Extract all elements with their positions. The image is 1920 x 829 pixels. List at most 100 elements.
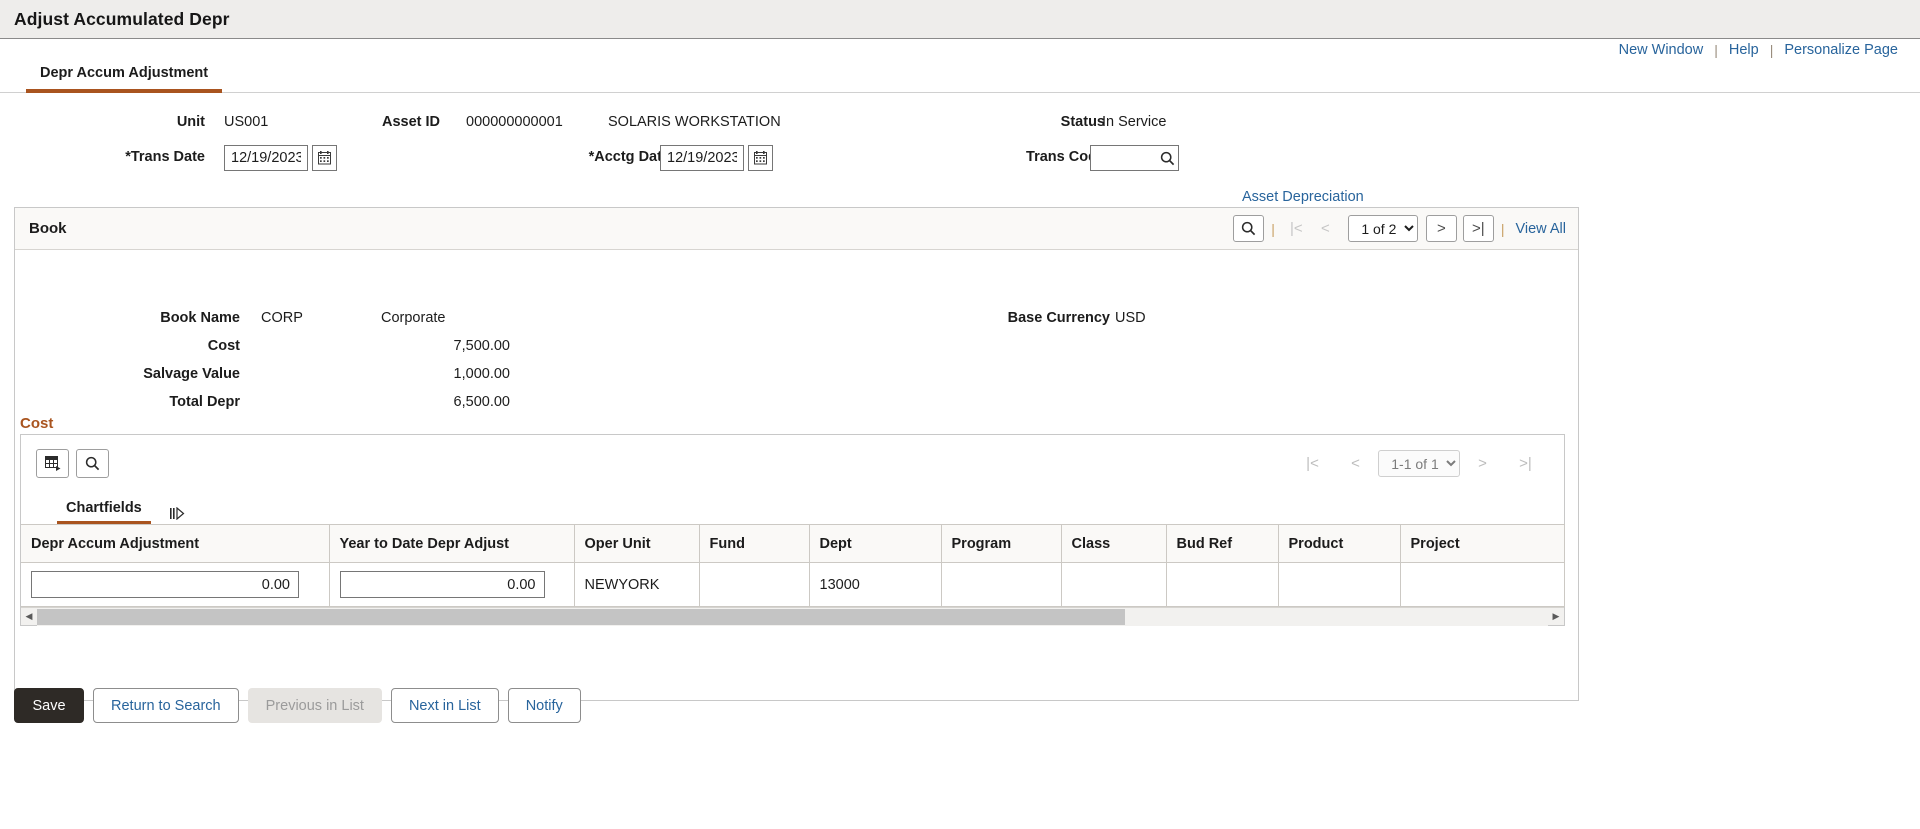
grid-personalize-button[interactable] (36, 449, 69, 478)
calendar-icon (318, 151, 331, 165)
base-currency-value: USD (1115, 310, 1146, 326)
cost-grid-box: |< < 1-1 of 1 > >| Chartfields Depr Accu… (20, 434, 1565, 626)
book-row-counter-select[interactable]: 1 of 2 (1347, 215, 1418, 242)
help-link[interactable]: Help (1727, 42, 1761, 58)
status-value: In Service (1102, 114, 1167, 130)
book-first-button[interactable]: |< (1282, 215, 1311, 242)
next-in-list-button[interactable]: Next in List (390, 688, 499, 723)
book-previous-button[interactable]: < (1311, 215, 1340, 242)
cost-grid-table: Depr Accum Adjustment Year to Date Depr … (21, 524, 1565, 607)
column-header-oper-unit[interactable]: Oper Unit (574, 524, 700, 563)
salvage-value-label: Salvage Value (143, 366, 240, 382)
book-view-all-link[interactable]: View All (1515, 221, 1566, 237)
column-header-class[interactable]: Class (1061, 524, 1167, 563)
scroll-left-arrow[interactable]: ◀ (21, 611, 37, 622)
base-currency-label: Base Currency (1007, 310, 1110, 326)
page-header: Adjust Accumulated Depr (0, 0, 1920, 39)
grid-personalize-icon (44, 456, 60, 471)
acctg-date-field (660, 145, 773, 171)
expand-all-icon[interactable] (169, 507, 185, 520)
total-depr-label: Total Depr (169, 394, 240, 410)
cost-previous-button[interactable]: < (1341, 450, 1370, 477)
trans-date-field (224, 145, 337, 171)
acctg-date-calendar-button[interactable] (748, 145, 773, 171)
trans-date-input[interactable] (224, 145, 308, 171)
acctg-date-input[interactable] (660, 145, 744, 171)
book-name-value: CORP (261, 310, 303, 326)
tab-chartfields[interactable]: Chartfields (57, 500, 151, 524)
cost-row-counter-select[interactable]: 1-1 of 1 (1378, 450, 1460, 477)
cost-grid-toolbar: |< < 1-1 of 1 > >| (21, 435, 1564, 492)
save-button[interactable]: Save (14, 688, 84, 723)
page-title: Adjust Accumulated Depr (14, 8, 230, 29)
search-icon (1160, 151, 1175, 165)
column-header-program[interactable]: Program (941, 524, 1062, 563)
year-to-date-depr-adjust-input[interactable] (339, 571, 545, 598)
previous-in-list-button: Previous in List (247, 688, 382, 723)
column-header-year-to-date-depr-adjust[interactable]: Year to Date Depr Adjust (329, 524, 575, 563)
link-separator-2: | (1769, 42, 1774, 58)
asset-depreciation-link[interactable]: Asset Depreciation (1242, 189, 1364, 205)
trans-code-label: Trans Code (1026, 149, 1105, 165)
book-pager-separator-2: | (1500, 220, 1505, 237)
utility-links: New Window | Help | Personalize Page (1617, 42, 1900, 58)
cost-last-button[interactable]: >| (1511, 450, 1540, 477)
calendar-icon (754, 151, 767, 165)
column-header-project[interactable]: Project (1400, 524, 1565, 563)
scroll-right-arrow[interactable]: ▶ (1548, 611, 1564, 622)
book-pager: | |< < 1 of 2 > >| | View All (1233, 215, 1566, 242)
cell-bud-ref (1166, 562, 1279, 607)
notify-button[interactable]: Notify (507, 688, 581, 723)
cell-year-to-date-depr-adjust (329, 562, 575, 607)
salvage-value-value: 1,000.00 (453, 366, 510, 382)
column-header-product[interactable]: Product (1278, 524, 1401, 563)
scrollbar-thumb[interactable] (37, 608, 1125, 625)
cell-program (941, 562, 1062, 607)
column-header-depr-accum-adjustment[interactable]: Depr Accum Adjustment (21, 524, 330, 563)
cost-first-button[interactable]: |< (1298, 450, 1327, 477)
asset-id-value: 000000000001 (466, 114, 563, 130)
search-icon (1242, 221, 1256, 236)
cell-oper-unit: NEWYORK (574, 562, 700, 607)
grid-find-button[interactable] (76, 449, 109, 478)
total-depr-value: 6,500.00 (453, 394, 510, 410)
trans-date-calendar-button[interactable] (312, 145, 337, 171)
cell-fund (699, 562, 810, 607)
cell-class (1061, 562, 1167, 607)
cost-next-button[interactable]: > (1468, 450, 1497, 477)
acctg-date-label-wrap: *Acctg Date (545, 149, 670, 165)
cost-grid-header-row: Depr Accum Adjustment Year to Date Depr … (21, 524, 1565, 563)
book-search-button[interactable] (1233, 215, 1265, 242)
cost-grid-caption: Cost (20, 415, 54, 432)
book-next-button[interactable]: > (1425, 215, 1457, 242)
cost-label: Cost (207, 338, 240, 354)
depr-accum-adjustment-input[interactable] (31, 571, 299, 598)
cost-grid-tab-row: Chartfields (21, 492, 1564, 524)
status-label: Status (1060, 114, 1105, 130)
book-group-header: Book | |< < 1 of 2 > >| | View All (15, 208, 1578, 250)
return-to-search-button[interactable]: Return to Search (93, 688, 239, 723)
footer-button-bar: Save Return to Search Previous in List N… (14, 688, 581, 723)
cost-grid-horizontal-scrollbar[interactable]: ◀ ▶ (21, 607, 1564, 626)
column-header-bud-ref[interactable]: Bud Ref (1166, 524, 1279, 563)
book-pager-separator-1: | (1271, 220, 1275, 237)
personalize-page-link[interactable]: Personalize Page (1782, 42, 1900, 58)
cell-product (1278, 562, 1401, 607)
trans-code-input[interactable] (1091, 146, 1157, 170)
table-row: NEWYORK 13000 (21, 562, 1565, 607)
tab-depr-accum-adjustment[interactable]: Depr Accum Adjustment (26, 62, 223, 93)
column-header-fund[interactable]: Fund (699, 524, 810, 563)
new-window-link[interactable]: New Window (1617, 42, 1706, 58)
cost-grid-tool-buttons (36, 449, 109, 478)
unit-label: Unit (176, 114, 205, 130)
book-description: Corporate (381, 310, 446, 326)
cell-project (1400, 562, 1565, 607)
tab-strip: Depr Accum Adjustment (0, 62, 1920, 93)
book-last-button[interactable]: >| (1462, 215, 1494, 242)
trans-code-lookup-button[interactable] (1157, 146, 1178, 170)
scrollbar-track[interactable] (37, 607, 1548, 626)
cell-dept: 13000 (809, 562, 942, 607)
cost-grid-pager: |< < 1-1 of 1 > >| (1298, 450, 1554, 477)
column-header-dept[interactable]: Dept (809, 524, 942, 563)
trans-date-label-wrap: *Trans Date (100, 149, 205, 165)
